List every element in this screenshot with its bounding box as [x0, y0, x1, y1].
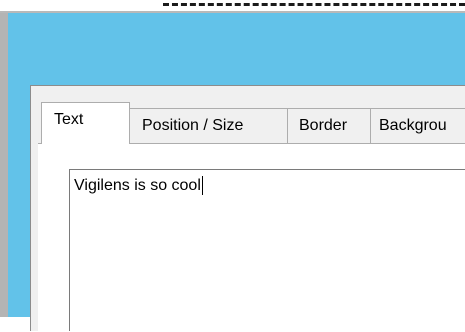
text-value: Vigilens is so cool — [74, 176, 201, 194]
tab-label: Backgrou — [379, 117, 447, 134]
text-caret — [201, 176, 203, 195]
tab-label: Text — [54, 111, 84, 128]
tab-label: Position / Size — [142, 117, 244, 134]
tab-background[interactable]: Backgrou — [370, 108, 465, 144]
text-input-value: Vigilens is so cool — [74, 176, 203, 195]
text-input[interactable]: Vigilens is so cool — [69, 169, 465, 331]
design-canvas: Text Position / Size Border Backgrou Vig… — [8, 13, 465, 332]
tab-text[interactable]: Text — [41, 102, 130, 144]
left-panel-strip — [0, 13, 8, 317]
top-toolbar-strip — [0, 0, 465, 13]
properties-panel: Text Position / Size Border Backgrou Vig… — [30, 85, 465, 332]
tab-label: Border — [299, 117, 348, 134]
tab-position-size[interactable]: Position / Size — [129, 108, 288, 144]
tab-border[interactable]: Border — [287, 108, 371, 144]
selection-dashed-border — [163, 3, 465, 6]
